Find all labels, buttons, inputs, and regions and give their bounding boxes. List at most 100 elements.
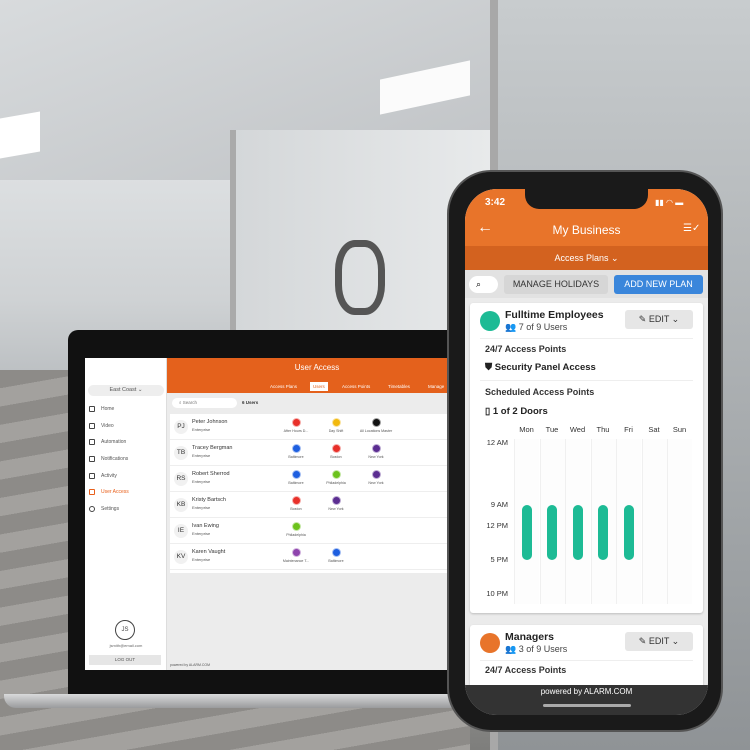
plan-icon: [291, 548, 301, 557]
signal-wifi-battery-icon: ▮▮ ◠ ▬: [655, 198, 684, 207]
plan-label: After Hours D...: [283, 429, 309, 433]
access-plan-badge[interactable]: Boston: [316, 444, 356, 459]
sidebar-item-settings[interactable]: Settings: [89, 506, 119, 512]
sidebar: East Coast ⌄ Home Video Automation Notif…: [85, 358, 167, 670]
access-plans-dropdown[interactable]: Access Plans ⌄: [465, 246, 708, 270]
edit-label: EDIT: [648, 636, 670, 646]
access-plan-badge[interactable]: Philadelphia: [276, 522, 316, 537]
avatar[interactable]: JS: [115, 620, 135, 640]
access-plan-badge[interactable]: Baltimore: [276, 444, 316, 459]
section-heading: 24/7 Access Points: [485, 665, 567, 675]
edit-button[interactable]: ✎ EDIT ⌄: [625, 310, 693, 329]
status-time: 3:42: [485, 197, 506, 208]
search-button[interactable]: ⌕: [469, 276, 498, 293]
gear-icon: [89, 506, 95, 512]
table-row[interactable]: TB Tracey Bergman Enterprise Baltimore Bos…: [170, 440, 455, 466]
plan-label: All Locations Master: [359, 429, 393, 433]
user-initials: KB: [174, 498, 188, 512]
user-name: Ivan Ewing: [192, 523, 219, 529]
schedule-bar-thu[interactable]: [598, 504, 608, 560]
search-input[interactable]: ⌕ Search: [172, 398, 237, 408]
table-row[interactable]: RS Robert Sherrod Enterprise Baltimore Phi…: [170, 466, 455, 492]
laptop-screen: East Coast ⌄ Home Video Automation Notif…: [85, 358, 455, 670]
access-plan-badge[interactable]: Boston: [276, 496, 316, 511]
plan-label: New York: [328, 507, 344, 511]
schedule-bar-tue[interactable]: [547, 504, 557, 560]
tab-access-points[interactable]: Access Points: [339, 382, 373, 391]
sidebar-item-user-access[interactable]: User Access: [89, 489, 129, 495]
user-initials: KV: [174, 550, 188, 564]
header: User Access Access Plans Users Access Po…: [167, 358, 455, 393]
badge-icon: [480, 633, 500, 653]
sidebar-item-video[interactable]: Video: [89, 423, 114, 429]
day-label: Sat: [648, 425, 660, 434]
plan-label: Baltimore: [288, 481, 304, 485]
access-plan-badge[interactable]: All Locations Master: [356, 418, 396, 433]
plan-title: Fulltime Employees: [505, 309, 604, 321]
table-row[interactable]: PJ Peter Johnson Enterprise After Hours D…: [170, 414, 455, 440]
access-plan-badge[interactable]: Philadelphia: [316, 470, 356, 485]
schedule-bar-mon[interactable]: [521, 504, 532, 560]
logout-button[interactable]: LOG OUT: [89, 655, 161, 665]
table-row[interactable]: KB Kristy Bartsch Enterprise Boston New Yo…: [170, 492, 455, 518]
access-plan-badge[interactable]: New York: [356, 470, 396, 485]
page-title: User Access: [294, 363, 340, 372]
plan-label: Baltimore: [328, 559, 344, 563]
user-count: 6 Users: [242, 400, 259, 405]
time-label: 12 AM: [486, 438, 508, 447]
sidebar-item-home[interactable]: Home: [89, 406, 114, 412]
plan-label: Philadelphia: [326, 481, 346, 485]
edit-button[interactable]: ✎ EDIT ⌄: [625, 632, 693, 651]
user-role: Enterprise: [192, 505, 211, 510]
sidebar-item-label: Settings: [101, 506, 120, 512]
phone-screen: 3:42 ▮▮ ◠ ▬ ← My Business ☰✓ Access Plan…: [465, 189, 708, 715]
sidebar-item-activity[interactable]: Activity: [89, 473, 117, 479]
user-name: Robert Sherrod: [192, 471, 230, 477]
divider: [480, 338, 693, 339]
home-indicator[interactable]: [542, 704, 631, 707]
user-list: PJ Peter Johnson Enterprise After Hours D…: [170, 414, 455, 573]
sidebar-item-notifications[interactable]: Notifications: [89, 456, 128, 462]
access-plan-badge[interactable]: Baltimore: [276, 470, 316, 485]
user-initials: IE: [174, 524, 188, 538]
app-header: 3:42 ▮▮ ◠ ▬ ← My Business ☰✓: [465, 189, 708, 246]
access-plan-badge[interactable]: After Hours D...: [276, 418, 316, 433]
user-role: Enterprise: [192, 427, 211, 432]
powered-by-logo: powered by ALARM.COM: [540, 687, 633, 696]
access-plan-badge[interactable]: Baltimore: [316, 548, 356, 563]
access-plan-badge[interactable]: Maintenance T...: [276, 548, 316, 563]
doors-item: ▯ 1 of 2 Doors: [485, 406, 548, 417]
users-count: 7 of 9 Users: [518, 322, 568, 332]
access-plan-badge[interactable]: New York: [316, 496, 356, 511]
home-icon: [89, 406, 95, 412]
table-row[interactable]: IE Ivan Ewing Enterprise Philadelphia: [170, 518, 455, 544]
schedule-bar-wed[interactable]: [572, 504, 583, 560]
table-row[interactable]: KV Karen Vaught Enterprise Maintenance T.…: [170, 544, 455, 570]
sidebar-item-label: Activity: [101, 473, 117, 479]
checklist-icon[interactable]: ☰✓: [683, 223, 700, 234]
time-label: 12 PM: [486, 520, 508, 530]
manage-holidays-button[interactable]: MANAGE HOLIDAYS: [504, 275, 608, 294]
user-name: Kristy Bartsch: [192, 497, 226, 503]
schedule-bar-fri[interactable]: [623, 504, 634, 560]
location-dropdown[interactable]: East Coast ⌄: [88, 385, 164, 396]
wall-ornament: [335, 240, 385, 315]
tab-timetables[interactable]: Timetables: [385, 382, 413, 391]
access-plan-badge[interactable]: Day Shift: [316, 418, 356, 433]
user-name: Tracey Bergman: [192, 445, 233, 451]
plan-label: Day Shift: [328, 429, 344, 433]
laptop-base: [4, 694, 474, 708]
edit-label: EDIT: [648, 314, 670, 324]
tab-manage[interactable]: Manage: [425, 382, 447, 391]
tab-users[interactable]: Users: [310, 382, 328, 391]
sidebar-item-label: Video: [101, 423, 114, 429]
sidebar-item-automation[interactable]: Automation: [89, 439, 126, 445]
add-new-plan-button[interactable]: ADD NEW PLAN: [614, 275, 703, 294]
day-column: [641, 439, 667, 604]
plan-label: Maintenance T...: [282, 559, 310, 563]
notifications-icon: [89, 456, 95, 462]
tab-access-plans[interactable]: Access Plans: [267, 382, 300, 391]
access-plan-badge[interactable]: New York: [356, 444, 396, 459]
day-label: Fri: [624, 425, 633, 434]
plan-icon: [331, 548, 341, 557]
